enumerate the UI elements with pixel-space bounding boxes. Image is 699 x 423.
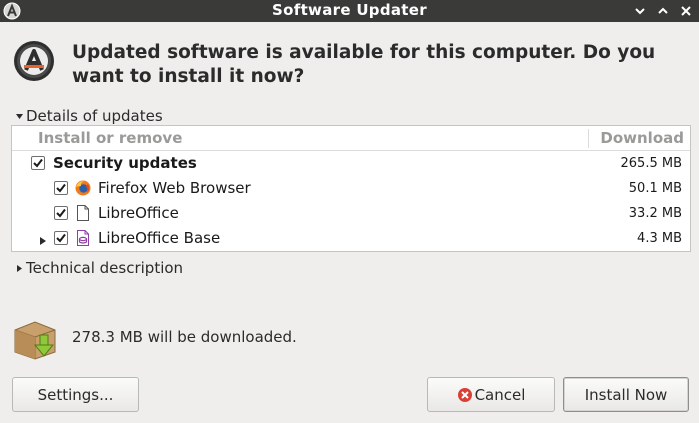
libreoffice-base-size: 4.3 MB: [637, 231, 682, 246]
security-updates-label: Security updates: [53, 154, 197, 172]
title-bar: Software Updater: [0, 0, 699, 22]
download-size-status: 278.3 MB will be downloaded.: [72, 328, 297, 346]
libreoffice-size: 33.2 MB: [628, 206, 682, 221]
libreoffice-label: LibreOffice: [98, 204, 179, 222]
column-header-download[interactable]: Download: [600, 129, 684, 147]
window-title: Software Updater: [272, 1, 427, 19]
updates-list-header: Install or remove Download: [12, 126, 690, 151]
security-updates-checkbox[interactable]: [31, 156, 45, 170]
firefox-checkbox[interactable]: [54, 181, 68, 195]
row-expander-icon[interactable]: [39, 232, 47, 250]
column-header-install[interactable]: Install or remove: [38, 129, 182, 147]
cancel-icon: [457, 387, 472, 402]
document-icon: [77, 205, 89, 221]
expander-down-icon: [12, 112, 26, 121]
details-expander[interactable]: Details of updates: [12, 107, 163, 125]
settings-button-label: Settings...: [37, 385, 114, 404]
checkmark-icon: [56, 233, 66, 243]
install-now-button[interactable]: Install Now: [563, 377, 689, 412]
firefox-icon: [75, 180, 91, 196]
technical-description-expander[interactable]: Technical description: [12, 259, 183, 277]
security-updates-size: 265.5 MB: [620, 156, 682, 171]
install-now-button-label: Install Now: [584, 385, 668, 404]
libreoffice-base-icon: [77, 230, 89, 246]
package-download-icon: [14, 321, 56, 360]
cancel-button-label: Cancel: [474, 385, 526, 404]
update-headline: Updated software is available for this c…: [72, 42, 656, 87]
minimize-icon: [635, 8, 645, 15]
software-updater-icon: [14, 41, 54, 81]
firefox-label: Firefox Web Browser: [98, 179, 251, 197]
libreoffice-base-checkbox[interactable]: [54, 231, 68, 245]
expander-right-icon: [12, 264, 26, 273]
minimize-button[interactable]: [631, 2, 649, 20]
update-row[interactable]: LibreOffice Base 4.3 MB: [12, 226, 690, 251]
checkmark-icon: [33, 158, 43, 168]
technical-description-label: Technical description: [26, 259, 184, 277]
update-row[interactable]: LibreOffice 33.2 MB: [12, 201, 690, 226]
maximize-button[interactable]: [654, 2, 672, 20]
details-expander-label: Details of updates: [26, 107, 163, 125]
close-icon: [681, 6, 691, 16]
libreoffice-base-label: LibreOffice Base: [98, 229, 221, 247]
firefox-size: 50.1 MB: [628, 181, 682, 196]
close-button[interactable]: [677, 2, 695, 20]
update-group-row[interactable]: Security updates 265.5 MB: [12, 151, 690, 176]
checkmark-icon: [56, 183, 66, 193]
libreoffice-checkbox[interactable]: [54, 206, 68, 220]
cancel-button[interactable]: Cancel: [427, 377, 555, 412]
updates-list: Install or remove Download Security upda…: [11, 125, 691, 252]
column-separator: [588, 129, 589, 148]
settings-button[interactable]: Settings...: [12, 377, 139, 412]
maximize-icon: [658, 7, 668, 14]
update-row[interactable]: Firefox Web Browser 50.1 MB: [12, 176, 690, 201]
checkmark-icon: [56, 208, 66, 218]
